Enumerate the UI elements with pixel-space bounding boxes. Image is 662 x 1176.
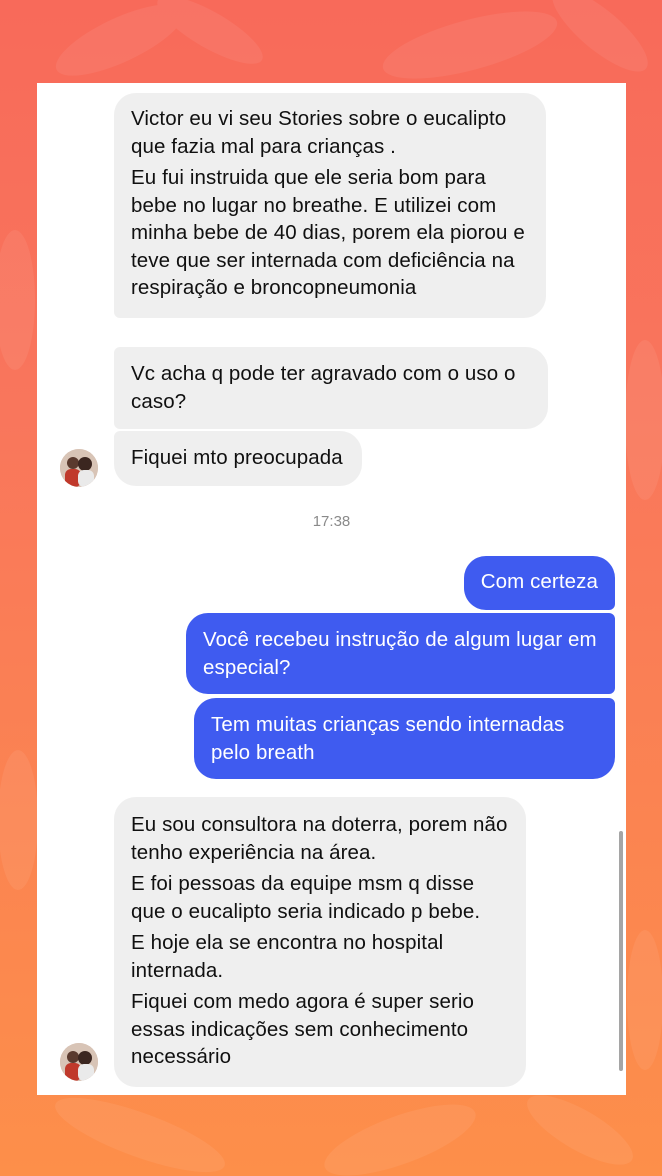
contact-avatar[interactable] — [60, 1043, 98, 1081]
message-text: Eu sou consultora na doterra, porem não … — [131, 813, 508, 864]
message-text: Vc acha q pode ter agravado com o uso o … — [131, 362, 516, 413]
avatar-photo-icon — [60, 1043, 98, 1081]
message-text: E foi pessoas da equipe msm q disse que … — [131, 872, 481, 923]
avatar-photo-icon — [60, 449, 98, 487]
outgoing-message-bubble[interactable]: Você recebeu instrução de algum lugar em… — [186, 613, 615, 694]
incoming-message-bubble[interactable]: Eu sou consultora na doterra, porem não … — [114, 797, 526, 1087]
message-text: Fiquei mto preocupada — [131, 446, 343, 469]
timestamp: 17:38 — [312, 513, 351, 530]
outgoing-message-bubble[interactable]: Tem muitas crianças sendo internadas pel… — [194, 698, 615, 779]
incoming-message-bubble[interactable]: Vc acha q pode ter agravado com o uso o … — [114, 347, 548, 429]
scrollbar[interactable] — [619, 831, 623, 1071]
message-text: E hoje ela se encontra no hospital inter… — [131, 931, 444, 982]
message-text: Você recebeu instrução de algum lugar em… — [203, 628, 597, 679]
message-text: Tem muitas crianças sendo internadas pel… — [211, 713, 565, 764]
incoming-message-bubble[interactable]: Victor eu vi seu Stories sobre o eucalip… — [114, 93, 546, 318]
message-text: Com certeza — [480, 570, 598, 593]
message-text: Fiquei com medo agora é super serio essa… — [131, 990, 475, 1068]
incoming-message-bubble[interactable]: Fiquei mto preocupada — [114, 431, 362, 486]
contact-avatar[interactable] — [60, 449, 98, 487]
chat-conversation-panel: Victor eu vi seu Stories sobre o eucalip… — [37, 83, 626, 1095]
outgoing-message-bubble[interactable]: Com certeza — [463, 556, 615, 610]
message-text: Eu fui instruida que ele seria bom para … — [131, 166, 525, 299]
message-text: Victor eu vi seu Stories sobre o eucalip… — [131, 107, 507, 158]
